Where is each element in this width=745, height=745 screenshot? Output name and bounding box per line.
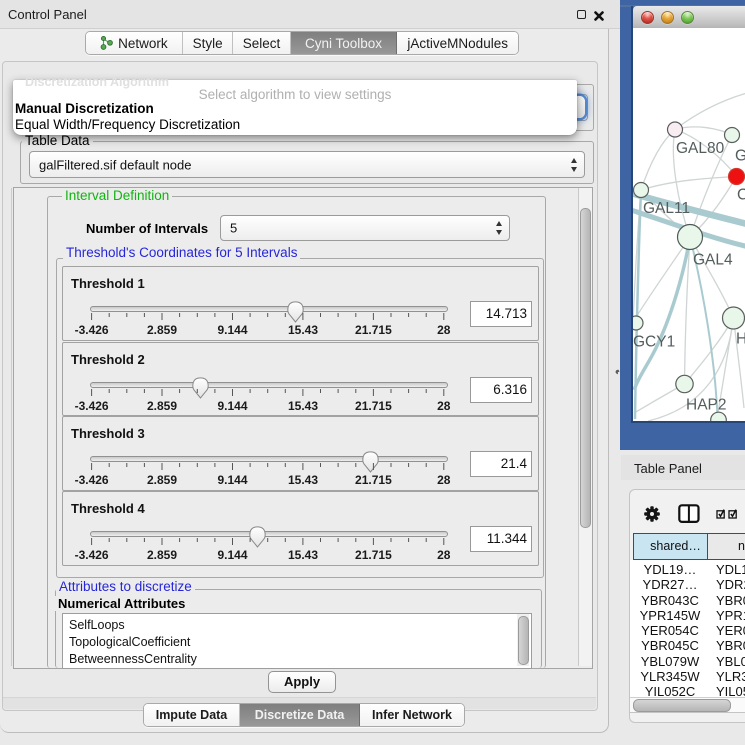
svg-text:HA: HA xyxy=(736,331,745,348)
svg-text:GA: GA xyxy=(735,148,745,165)
svg-text:GAL80: GAL80 xyxy=(676,140,725,157)
svg-text:GAL11: GAL11 xyxy=(643,200,690,217)
svg-text:HAP2: HAP2 xyxy=(686,397,727,414)
svg-text:CR: CR xyxy=(737,187,745,204)
svg-text:GAL4: GAL4 xyxy=(693,252,733,269)
svg-text:GCY1: GCY1 xyxy=(633,334,675,351)
